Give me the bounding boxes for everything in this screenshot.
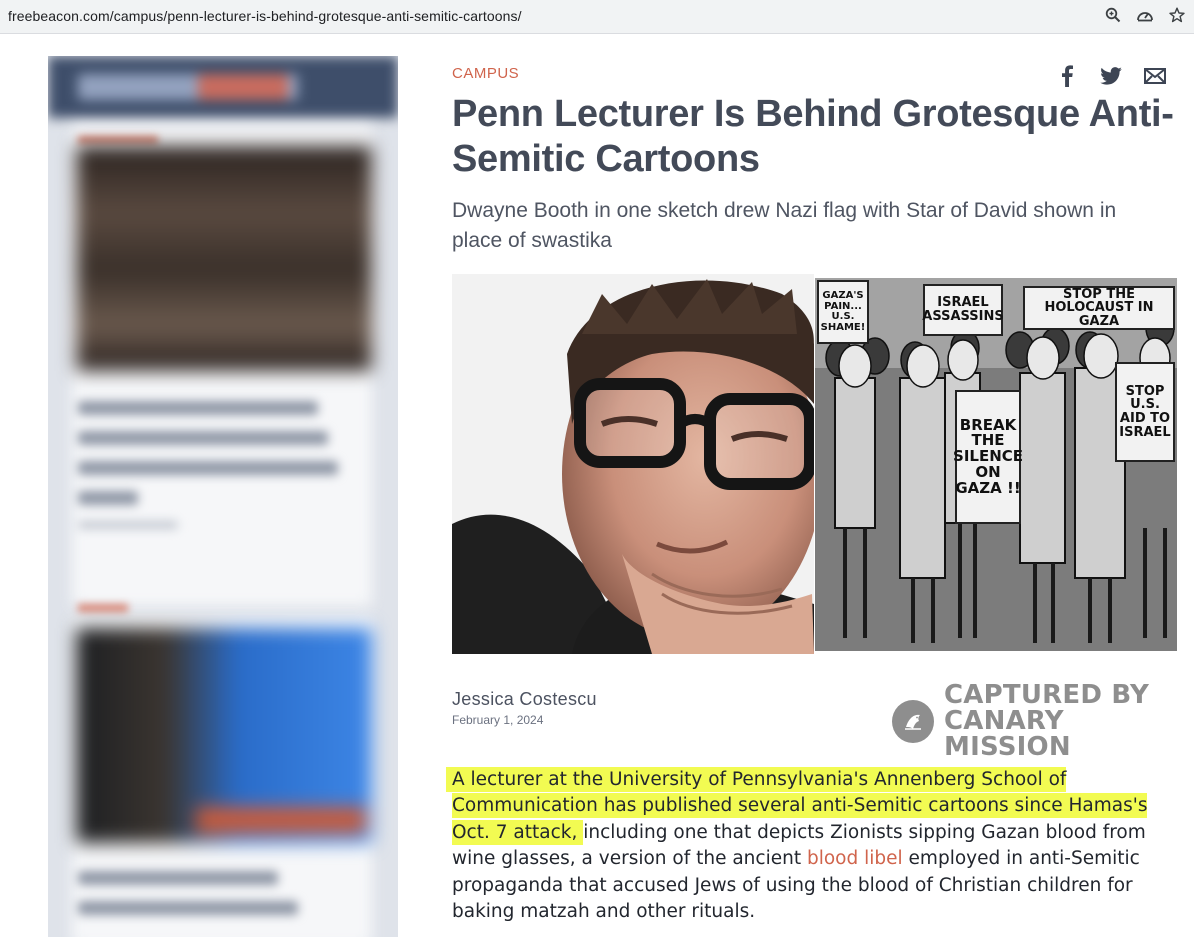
url-text[interactable]: freebeacon.com/campus/penn-lecturer-is-b…: [8, 8, 522, 24]
share-buttons: [1055, 64, 1167, 88]
sidebar-image-2[interactable]: [76, 628, 372, 843]
credit-line-2: CANARY MISSION: [944, 706, 1071, 762]
canary-bird-icon: [892, 699, 935, 743]
blurred-sidebar: [48, 56, 398, 937]
image-credit: CAPTURED BY CANARY MISSION: [892, 682, 1194, 760]
portrait-photo: [452, 274, 814, 654]
browser-address-bar: freebeacon.com/campus/penn-lecturer-is-b…: [0, 0, 1194, 34]
sidebar-text-blur-2: [78, 871, 298, 931]
credit-line-1: CAPTURED BY: [944, 680, 1149, 710]
article-body-paragraph: A lecturer at the University of Pennsylv…: [452, 767, 1182, 925]
performance-icon[interactable]: [1136, 6, 1154, 24]
publish-date: February 1, 2024: [452, 713, 544, 727]
email-icon[interactable]: [1143, 64, 1167, 88]
sign-israel-assassins: ISRAEL ASSASSINS: [922, 284, 1004, 336]
sidebar-image-1[interactable]: [76, 146, 372, 371]
author-name[interactable]: Jessica Costescu: [452, 689, 597, 710]
blood-libel-link[interactable]: blood libel: [807, 848, 903, 869]
article-hero-image: GAZA'S PAIN... U.S. SHAME! ISRAEL ASSASS…: [452, 274, 1177, 654]
facebook-icon[interactable]: [1055, 64, 1079, 88]
sign-gazas-pain: GAZA'S PAIN... U.S. SHAME!: [817, 280, 869, 344]
address-bar-icons: [1104, 6, 1186, 24]
sign-stop-holocaust: STOP THE HOLOCAUST IN GAZA: [1023, 286, 1175, 330]
sign-break-silence: BREAK THE SILENCE ON GAZA !!: [953, 390, 1023, 524]
twitter-icon[interactable]: [1099, 64, 1123, 88]
article-subtitle: Dwayne Booth in one sketch drew Nazi fla…: [452, 199, 1117, 252]
bookmark-star-icon[interactable]: [1168, 6, 1186, 24]
sidebar-text-blur-1: [78, 401, 338, 545]
article-category[interactable]: CAMPUS: [452, 65, 519, 82]
sidebar-header-blur: [48, 56, 398, 118]
sign-stop-aid: STOP U.S. AID TO ISRAEL: [1115, 362, 1175, 462]
zoom-icon[interactable]: [1104, 6, 1122, 24]
protest-cartoon: GAZA'S PAIN... U.S. SHAME! ISRAEL ASSASS…: [815, 278, 1177, 651]
article-title: Penn Lecturer Is Behind Grotesque Anti-S…: [452, 93, 1174, 180]
